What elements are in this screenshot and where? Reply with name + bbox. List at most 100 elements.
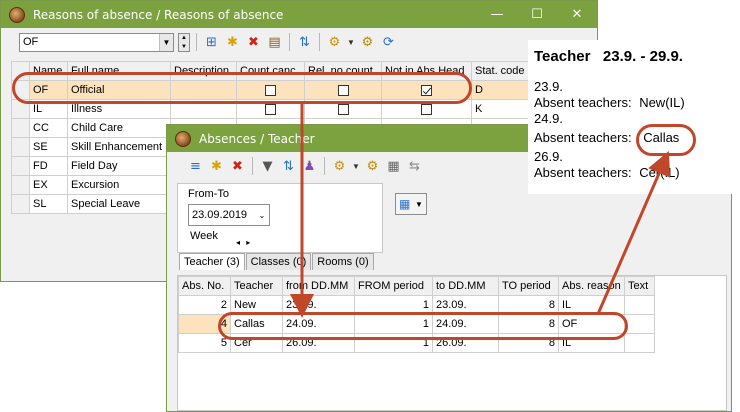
toolbar-divider <box>319 33 320 51</box>
column-header[interactable]: Teacher <box>230 276 283 296</box>
app-icon <box>9 6 25 23</box>
count-canc-checkbox[interactable] <box>265 103 276 115</box>
filter-icon[interactable]: ▼ <box>259 158 276 175</box>
column-header[interactable]: Abs. reason <box>558 276 625 296</box>
info-date: 23.9. <box>534 79 563 94</box>
toolbar-divider <box>289 33 290 51</box>
print-icon[interactable]: ▤ <box>266 34 283 51</box>
reasons-titlebar[interactable]: Reasons of absence / Reasons of absence … <box>1 1 597 28</box>
row-header[interactable] <box>11 137 30 157</box>
tab-classes[interactable]: Classes (0) <box>245 253 312 270</box>
chevron-down-icon[interactable]: ▼ <box>352 162 360 171</box>
filter-combo[interactable]: OF ▼ <box>19 32 174 52</box>
calendar-icon: ▦ <box>399 197 411 211</box>
row-header[interactable] <box>11 175 30 195</box>
new-grid-icon[interactable]: ⊞ <box>203 34 220 51</box>
filter-spinner[interactable]: ▲ ▼ <box>178 32 190 52</box>
column-header[interactable]: Abs. No. <box>178 276 231 296</box>
row-header[interactable] <box>11 156 30 176</box>
info-absent-value: Cer(IL) <box>639 165 680 180</box>
reason-name-cell[interactable]: FD <box>29 156 68 176</box>
reason-fullname-cell[interactable]: Special Leave <box>67 194 171 214</box>
new-record-icon[interactable]: ✱ <box>224 34 241 51</box>
info-absent-label: Absent teachers: <box>534 95 632 110</box>
from-to-label: From-To <box>188 188 229 200</box>
absence-tabs: Teacher (3) Classes (0) Rooms (0) <box>179 253 375 270</box>
highlight-callas-info <box>636 124 696 156</box>
gear-icon[interactable]: ⚙ <box>359 34 376 51</box>
delete-icon[interactable]: ✖ <box>229 158 246 175</box>
reason-name-cell[interactable]: CC <box>29 118 68 138</box>
column-header[interactable]: Text <box>624 276 655 296</box>
not-in-abs-head-checkbox[interactable] <box>421 103 432 115</box>
text-cell[interactable] <box>624 295 655 315</box>
highlight-official-row <box>12 72 472 104</box>
stat-code-cell[interactable]: D <box>471 80 532 100</box>
calendar-icon[interactable]: ▦ <box>385 158 402 175</box>
reason-name-cell[interactable]: SL <box>29 194 68 214</box>
text-cell[interactable] <box>624 333 655 353</box>
highlight-callas-row <box>218 312 628 340</box>
week-arrows[interactable]: ◂ ▸ <box>236 238 252 247</box>
date-picker[interactable]: 23.09.2019 ⌄ <box>188 204 270 226</box>
gear-icon[interactable]: ⚙ <box>364 158 381 175</box>
people-icon[interactable]: ♟ <box>301 158 318 175</box>
stat-code-cell[interactable]: K <box>471 99 532 119</box>
reason-fullname-cell[interactable]: Excursion <box>67 175 171 195</box>
settings-icon[interactable]: ⚙ <box>326 34 343 51</box>
info-panel: Teacher 23.9. - 29.9. 23.9. Absent teach… <box>528 40 736 194</box>
column-header[interactable]: Stat. code <box>471 61 532 81</box>
reason-fullname-cell[interactable]: Skill Enhancement <box>67 137 171 157</box>
calendar-dropdown[interactable]: ▦ ▼ <box>395 193 427 215</box>
app-icon <box>175 130 191 147</box>
toolbar-divider <box>252 157 253 175</box>
reasons-title: Reasons of absence / Reasons of absence <box>33 7 284 22</box>
sort-icon[interactable]: ⇅ <box>296 34 313 51</box>
from-to-group: From-To 23.09.2019 ⌄ Week ◂ ▸ <box>177 183 383 253</box>
refresh-icon[interactable]: ⟳ <box>380 34 397 51</box>
info-title: Teacher 23.9. - 29.9. <box>534 48 683 65</box>
close-icon[interactable]: ✕ <box>557 7 597 22</box>
date-value: 23.09.2019 <box>192 209 248 221</box>
chevron-down-icon[interactable]: ▼ <box>347 38 355 47</box>
column-header[interactable]: to DD.MM <box>432 276 499 296</box>
info-absent-label: Absent teachers: <box>534 130 632 145</box>
info-date: 24.9. <box>534 111 563 126</box>
reason-fullname-cell[interactable]: Field Day <box>67 156 171 176</box>
new-record-icon[interactable]: ✱ <box>208 158 225 175</box>
swap-icon[interactable]: ⇆ <box>406 158 423 175</box>
column-header[interactable]: TO period <box>498 276 559 296</box>
text-cell[interactable] <box>624 314 655 334</box>
reason-name-cell[interactable]: SE <box>29 137 68 157</box>
info-date: 26.9. <box>534 149 563 164</box>
sort-icon[interactable]: ⇅ <box>280 158 297 175</box>
column-header[interactable]: FROM period <box>354 276 433 296</box>
reason-fullname-cell[interactable]: Child Care <box>67 118 171 138</box>
week-label: Week <box>190 230 218 242</box>
chevron-down-icon[interactable]: ▼ <box>159 33 173 51</box>
info-absent-value: New(IL) <box>639 95 685 110</box>
info-absent-label: Absent teachers: <box>534 165 632 180</box>
reasons-toolbar: OF ▼ ▲ ▼ ⊞ ✱ ✖ ▤ ⇅ ⚙ ▼ ⚙ ⟳ <box>1 28 597 56</box>
tab-rooms[interactable]: Rooms (0) <box>312 253 374 270</box>
reason-name-cell[interactable]: EX <box>29 175 68 195</box>
rel-no-count-checkbox[interactable] <box>337 103 349 115</box>
filter-value: OF <box>23 36 39 48</box>
tab-teacher[interactable]: Teacher (3) <box>179 253 245 270</box>
row-header[interactable] <box>11 118 30 138</box>
abs-no-cell[interactable]: 2 <box>178 295 231 315</box>
absences-header-row: Abs. No. Teacher from DD.MM FROM period … <box>178 276 655 296</box>
delete-icon[interactable]: ✖ <box>245 34 262 51</box>
column-header[interactable]: from DD.MM <box>282 276 355 296</box>
row-header[interactable] <box>11 194 30 214</box>
settings-icon[interactable]: ⚙ <box>331 158 348 175</box>
list-icon[interactable]: ≡ <box>187 158 204 175</box>
info-absent-line: Absent teachers: New(IL) <box>534 95 736 111</box>
info-absent-line: Absent teachers: Callas <box>534 127 736 149</box>
minimize-icon[interactable]: — <box>477 7 517 22</box>
chevron-down-icon[interactable]: ⌄ <box>255 205 269 225</box>
info-absent-line: Absent teachers: Cer(IL) <box>534 165 736 181</box>
maximize-icon[interactable]: ☐ <box>517 7 557 22</box>
chevron-down-icon[interactable]: ▼ <box>412 194 426 214</box>
